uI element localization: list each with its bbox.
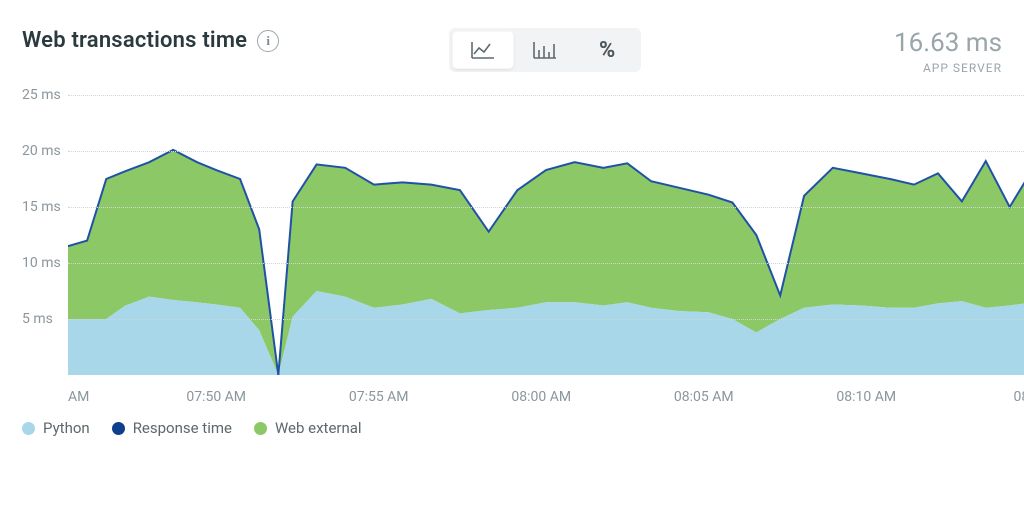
legend-item[interactable]: Python	[22, 419, 90, 437]
legend-label: Web external	[275, 419, 362, 437]
percent-icon: %	[599, 38, 615, 63]
legend-swatch	[254, 422, 267, 435]
page-title: Web transactions time	[22, 28, 247, 53]
legend-swatch	[22, 422, 35, 435]
y-tick-label: 25 ms	[22, 87, 78, 103]
legend-item[interactable]: Response time	[112, 419, 232, 437]
legend-label: Response time	[133, 419, 232, 437]
chart: AM 07:50 AM 07:55 AM 08:00 AM 08:05 AM 08:10 …	[0, 85, 1024, 415]
x-tick-label: 08:1!	[1013, 389, 1024, 405]
x-tick-label: 08:00 AM	[511, 389, 571, 405]
x-tick-label: 08:05 AM	[674, 389, 734, 405]
y-tick-label: 15 ms	[22, 199, 78, 215]
chart-type-toggle: %	[449, 28, 641, 72]
legend-swatch	[112, 422, 125, 435]
info-icon[interactable]: i	[257, 30, 279, 52]
app-server-label: APP SERVER	[894, 61, 1002, 75]
app-server-value: 16.63 ms	[894, 28, 1002, 58]
x-tick-label: 07:50 AM	[186, 389, 246, 405]
x-tick-label: AM	[68, 389, 89, 405]
y-tick-label: 20 ms	[22, 143, 78, 159]
legend-item[interactable]: Web external	[254, 419, 362, 437]
x-tick-label: 08:10 AM	[836, 389, 896, 405]
y-tick-label: 10 ms	[22, 255, 78, 271]
percent-toggle[interactable]: %	[576, 31, 638, 69]
bar-chart-toggle[interactable]	[514, 31, 576, 69]
bar-chart-icon	[532, 40, 558, 60]
y-tick-label: 5 ms	[22, 311, 78, 327]
x-tick-label: 07:55 AM	[349, 389, 409, 405]
plot-area[interactable]	[68, 95, 1024, 375]
legend-label: Python	[43, 419, 90, 437]
chart-svg	[68, 95, 1024, 375]
legend: Python Response time Web external	[0, 415, 1024, 437]
x-axis: AM 07:50 AM 07:55 AM 08:00 AM 08:05 AM 08:10 …	[68, 381, 1024, 415]
line-chart-toggle[interactable]	[452, 31, 514, 69]
line-chart-icon	[470, 40, 496, 60]
